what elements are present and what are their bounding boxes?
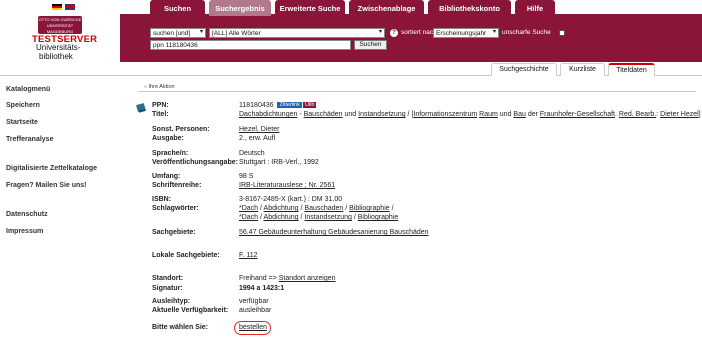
sidebar-item-startseite[interactable]: Startseite (6, 119, 38, 126)
lokale-label: Lokale Sachgebiete: (152, 252, 220, 259)
chevron-down-icon: ▾ (199, 29, 203, 35)
sidebar-item-katalogmenue[interactable]: Katalogmenü (6, 86, 50, 93)
tab-zwischenablage[interactable]: Zwischenablage (349, 0, 424, 16)
signatur-value: 1994 a 1423:1 (239, 285, 285, 292)
ausleihtyp-label: Ausleihtyp: (152, 298, 191, 305)
sidebar: Katalogmenü Speichern Startseite Treffer… (0, 76, 130, 355)
person-link[interactable]: Hezel, Dieter (239, 126, 279, 133)
lokale-link[interactable]: F. 112 (239, 252, 258, 259)
tab-titeldaten[interactable]: Titeldaten (608, 63, 655, 76)
row-value: 98 S (239, 173, 254, 180)
subject-link[interactable]: Bibliographie (349, 205, 389, 212)
fuzzy-search-label: unscharfe Suche (502, 29, 551, 36)
row-value: 3-8167-2485-X (kart.) : DM 31.00 (239, 196, 343, 203)
sidebar-item-fragen[interactable]: Fragen? Mailen Sie uns! (6, 182, 87, 189)
row-label: Schriftenreihe: (152, 182, 202, 189)
row-label: Sprache/n: (152, 150, 189, 157)
title-link[interactable]: Dachabdichtungen (239, 111, 297, 118)
title-link[interactable]: Dieter Hezel (660, 111, 699, 118)
signatur-label: Signatur: (152, 285, 183, 292)
bitte-label: Bitte wählen Sie: (152, 324, 209, 331)
flag-en-icon[interactable] (65, 4, 75, 10)
logo-line-1: Universitäts- (36, 43, 81, 52)
search-mode-select[interactable]: suchen [und] ▾ (150, 28, 206, 38)
tab-suchergebnis[interactable]: Suchergebnis (209, 0, 271, 16)
chevron-down-icon: ▾ (378, 29, 382, 35)
sub-tab-bar: Suchgeschichte Kurzliste Titeldaten (0, 62, 702, 76)
search-field-select[interactable]: [ALL] Alle Wörter ▾ (209, 28, 385, 38)
tab-suchgeschichte[interactable]: Suchgeschichte (491, 63, 557, 76)
standort-value: Freihand => Standort anzeigen (239, 275, 336, 282)
title-value: Dachabdichtungen - Bauschäden und Instan… (239, 111, 701, 118)
action-label: Ihre Aktion (144, 84, 175, 90)
sidebar-item-impressum[interactable]: Impressum (6, 228, 43, 235)
main-nav: Suchen Suchergebnis Erweiterte Suche Zwi… (150, 0, 555, 16)
verfuegbarkeit-value: ausleihbar (239, 307, 272, 314)
sidebar-item-zettelkataloge[interactable]: Digitalisierte Zettelkataloge (6, 165, 97, 172)
logo-line-2: bibliothek (39, 52, 73, 61)
tab-kurzliste[interactable]: Kurzliste (560, 63, 605, 76)
ausleihtyp-value: verfügbar (239, 298, 269, 305)
row-value: Deutsch (239, 150, 265, 157)
sidebar-item-speichern[interactable]: Speichern (6, 102, 40, 109)
university-seal: OTTO VON GUERICKE UNIVERSITÄT MAGDEBURG (38, 16, 82, 34)
subject-chain: *Dach / Abdichtung / Instandsetzung / Bi… (239, 214, 399, 221)
standort-label: Standort: (152, 275, 184, 282)
title-link[interactable]: Informationszentrum (413, 111, 477, 118)
sidebar-item-trefferanalyse[interactable]: Trefferanalyse (6, 136, 53, 143)
subject-link[interactable]: Abdichtung (264, 205, 299, 212)
sachgebiete-label: Sachgebiete: (152, 229, 196, 236)
series-link[interactable]: IRB-Literaturauslese ; Nr. 2561 (239, 182, 335, 189)
tab-suchen[interactable]: Suchen (150, 0, 205, 16)
sort-select[interactable]: Erscheinungsjahr ▾ (433, 28, 499, 38)
row-value: 2., erw. Aufl (239, 135, 276, 142)
standort-link[interactable]: Standort anzeigen (279, 275, 336, 282)
title-link[interactable]: Instandsetzung (358, 111, 405, 118)
subject-link[interactable]: Bibliographie (358, 214, 398, 221)
row-label: Ausgabe: (152, 135, 184, 142)
subject-chain: *Dach / Abdichtung / Bauschaden / Biblio… (239, 205, 394, 212)
sort-label: sortiert nach (401, 29, 437, 36)
subject-link[interactable]: Instandsetzung (304, 214, 351, 221)
subject-link[interactable]: *Dach (239, 214, 258, 221)
subject-link[interactable]: Abdichtung (264, 214, 299, 221)
fuzzy-search-checkbox[interactable] (559, 30, 565, 36)
chevron-down-icon: ▾ (492, 29, 496, 35)
ppn-value: 118180436 Zitierlink Ulib (239, 102, 317, 109)
verfuegbarkeit-label: Aktuelle Verfügbarkeit: (152, 307, 229, 314)
title-link[interactable]: Bauschäden (304, 111, 343, 118)
row-label: ISBN: (152, 196, 172, 203)
tab-erweiterte-suche[interactable]: Erweiterte Suche (275, 0, 345, 16)
help-icon[interactable]: ? (390, 29, 398, 37)
title-link[interactable]: Fraunhofer-Gesellschaft (540, 111, 615, 118)
tab-bibliothekskonto[interactable]: Bibliothekskonto (428, 0, 511, 16)
row-label: Umfang: (152, 173, 181, 180)
subject-link[interactable]: *Dach (239, 205, 258, 212)
divider (138, 91, 696, 92)
title-link[interactable]: Bau (513, 111, 525, 118)
flag-de-icon[interactable] (52, 4, 62, 10)
row-value: Stuttgart : IRB-Verl., 1992 (239, 159, 319, 166)
title-link[interactable]: Raum (479, 111, 498, 118)
title-label: Titel: (152, 111, 169, 118)
record-view: Ihre Aktion PPN: 118180436 ZitierlinkUli… (130, 76, 702, 355)
zitierlink-badge[interactable]: Zitierlink (277, 102, 302, 108)
tab-hilfe[interactable]: Hilfe (515, 0, 555, 16)
schlagwoerter-label: Schlagwörter: (152, 205, 199, 212)
language-flags (52, 4, 75, 10)
sidebar-item-datenschutz[interactable]: Datenschutz (6, 211, 48, 218)
ulib-badge[interactable]: Ulib (302, 102, 317, 108)
title-link[interactable]: Red. Bearb. (619, 111, 656, 118)
row-label: Sonst. Personen: (152, 126, 210, 133)
subject-link[interactable]: Bauschaden (304, 205, 343, 212)
library-logo[interactable]: OTTO VON GUERICKE UNIVERSITÄT MAGDEBURG … (0, 14, 120, 62)
row-label: Veröffentlichungsangabe: (152, 159, 238, 166)
bestellen-link[interactable]: bestellen (239, 324, 267, 331)
search-input[interactable]: ppn 118180436 (150, 40, 351, 50)
book-icon (136, 103, 146, 113)
search-button[interactable]: Suchen (354, 40, 387, 50)
ppn-label: PPN: (152, 102, 169, 109)
sachgebiete-link[interactable]: 56.47 Gebäudeunterhaltung Gebäudesanieru… (239, 229, 429, 236)
